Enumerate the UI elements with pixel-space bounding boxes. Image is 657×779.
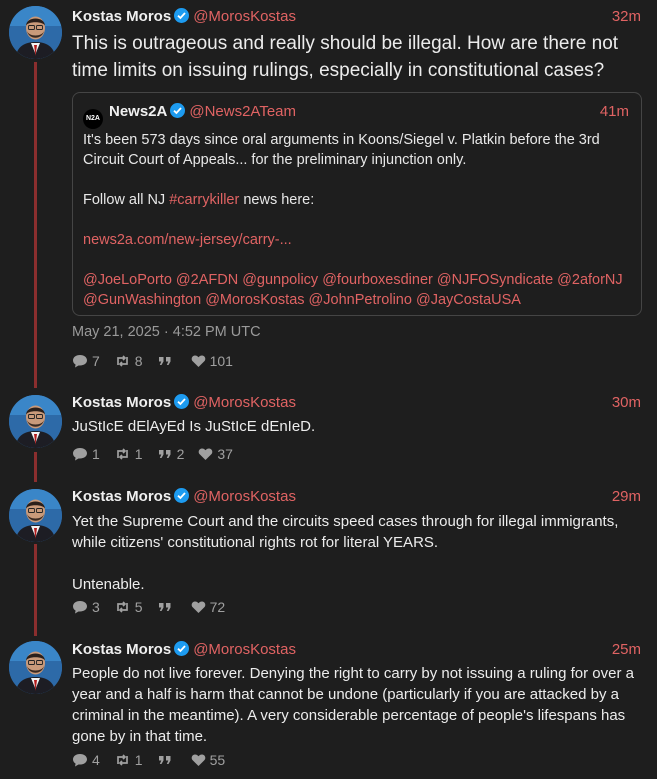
post-time[interactable]: 30m (612, 392, 641, 414)
like-count: 101 (209, 353, 233, 369)
author-name[interactable]: Kostas Moros (72, 641, 171, 658)
like-icon (199, 448, 213, 460)
quote-author-handle[interactable]: @News2ATeam (189, 103, 296, 120)
like-count: 37 (217, 446, 233, 462)
author-name[interactable]: Kostas Moros (72, 394, 171, 411)
quoted-post[interactable]: N2A News2A @News2ATeam 41m It's been 573 d… (72, 92, 642, 316)
author-handle[interactable]: @MorosKostas (193, 641, 296, 658)
verified-icon (174, 394, 190, 409)
avatar[interactable] (9, 6, 62, 59)
quote-body: It's been 573 days since oral arguments … (83, 130, 631, 310)
reply-button[interactable]: 3 (72, 598, 100, 616)
reply-count: 3 (92, 599, 100, 615)
post-time[interactable]: 32m (612, 6, 641, 28)
author-handle[interactable]: @MorosKostas (193, 394, 296, 411)
quote-url-link[interactable]: news2a.com/new-jersey/carry-... (83, 230, 631, 250)
reply-count: 4 (92, 752, 100, 768)
quote-time[interactable]: 41m (600, 101, 629, 123)
post-text: Yet the Supreme Court and the circuits s… (72, 513, 619, 593)
post-header: Kostas Moros @MorosKostas 25m (72, 639, 641, 661)
post-header: Kostas Moros @MorosKostas 29m (72, 486, 641, 508)
post: Kostas Moros @MorosKostas 32m This is out… (0, 6, 657, 376)
hashtag-link[interactable]: #carrykiller (169, 192, 239, 208)
reply-button[interactable]: 7 (72, 352, 100, 370)
avatar[interactable] (9, 641, 62, 694)
author-handle[interactable]: @MorosKostas (193, 8, 296, 25)
quote-icon (158, 756, 171, 764)
post: Kostas Moros @MorosKostas 30m JuStIcE dEl… (0, 392, 657, 472)
post-text: People do not live forever. Denying the … (72, 665, 634, 745)
post: Kostas Moros @MorosKostas 25m People do n… (0, 639, 657, 774)
like-icon (191, 601, 205, 613)
repost-count: 1 (134, 752, 143, 768)
like-icon (191, 754, 205, 766)
like-count: 72 (209, 599, 226, 615)
avatar[interactable] (9, 395, 62, 448)
repost-button[interactable]: 1 (114, 751, 143, 769)
like-button[interactable]: 101 (191, 352, 233, 370)
post: Kostas Moros @MorosKostas 29m Yet the Sup… (0, 486, 657, 616)
reply-count: 7 (92, 353, 100, 369)
verified-icon (174, 8, 190, 23)
like-button[interactable]: 55 (191, 751, 226, 769)
reply-icon (73, 754, 87, 767)
quote-mentions[interactable]: @JoeLoPorto @2AFDN @gunpolicy @fourboxes… (83, 270, 631, 310)
quote-author-name[interactable]: News2A (109, 103, 167, 120)
post-actions: 7 8 101 (72, 352, 247, 370)
post-actions: 1 1 2 37 (72, 445, 247, 463)
like-count: 55 (209, 752, 226, 768)
repost-count: 5 (134, 599, 143, 615)
quote-follow-line: Follow all NJ #carrykiller news here: (83, 190, 631, 210)
post-text: JuStIcE dElAyEd Is JuStIcE dEnIeD. (72, 418, 316, 435)
quote-button[interactable] (157, 352, 177, 370)
repost-icon (116, 355, 128, 367)
post-actions: 4 1 55 (72, 751, 239, 769)
post-header: Kostas Moros @MorosKostas 30m (72, 392, 641, 414)
reply-icon (73, 448, 87, 461)
author-name[interactable]: Kostas Moros (72, 488, 171, 505)
like-icon (191, 355, 205, 367)
reply-button[interactable]: 4 (72, 751, 100, 769)
post-time[interactable]: 25m (612, 639, 641, 661)
quote-button[interactable]: 2 (157, 445, 185, 463)
verified-icon (170, 103, 186, 118)
repost-button[interactable]: 8 (114, 352, 143, 370)
post-date[interactable]: May 21, 2025 · 4:52 PM UTC (72, 324, 261, 340)
repost-count: 8 (134, 353, 143, 369)
repost-count: 1 (134, 446, 143, 462)
news2a-logo: N2A (83, 109, 103, 129)
repost-button[interactable]: 1 (114, 445, 143, 463)
quote-follow-prefix: Follow all NJ (83, 192, 170, 208)
like-button[interactable]: 37 (198, 445, 233, 463)
quote-button[interactable] (157, 751, 177, 769)
post-actions: 3 5 72 (72, 598, 239, 616)
reply-count: 1 (92, 446, 100, 462)
quote-icon (158, 603, 171, 611)
quote-header: N2A News2A @News2ATeam 41m (83, 101, 629, 129)
avatar[interactable] (9, 489, 62, 542)
quote-icon (158, 450, 171, 458)
repost-icon (116, 448, 128, 460)
quote-text: It's been 573 days since oral arguments … (83, 132, 600, 168)
quote-follow-suffix: news here: (239, 192, 315, 208)
reply-button[interactable]: 1 (72, 445, 100, 463)
reply-icon (73, 355, 87, 368)
reply-icon (73, 601, 87, 614)
post-header: Kostas Moros @MorosKostas 32m (72, 6, 641, 28)
repost-icon (116, 601, 128, 613)
post-text: This is outrageous and really should be … (72, 33, 619, 81)
repost-button[interactable]: 5 (114, 598, 143, 616)
author-handle[interactable]: @MorosKostas (193, 488, 296, 505)
verified-icon (174, 488, 190, 503)
quote-icon (158, 357, 171, 365)
quote-button[interactable] (157, 598, 177, 616)
repost-icon (116, 754, 128, 766)
quote-count: 2 (176, 446, 185, 462)
author-name[interactable]: Kostas Moros (72, 8, 171, 25)
like-button[interactable]: 72 (191, 598, 226, 616)
verified-icon (174, 641, 190, 656)
post-time[interactable]: 29m (612, 486, 641, 508)
